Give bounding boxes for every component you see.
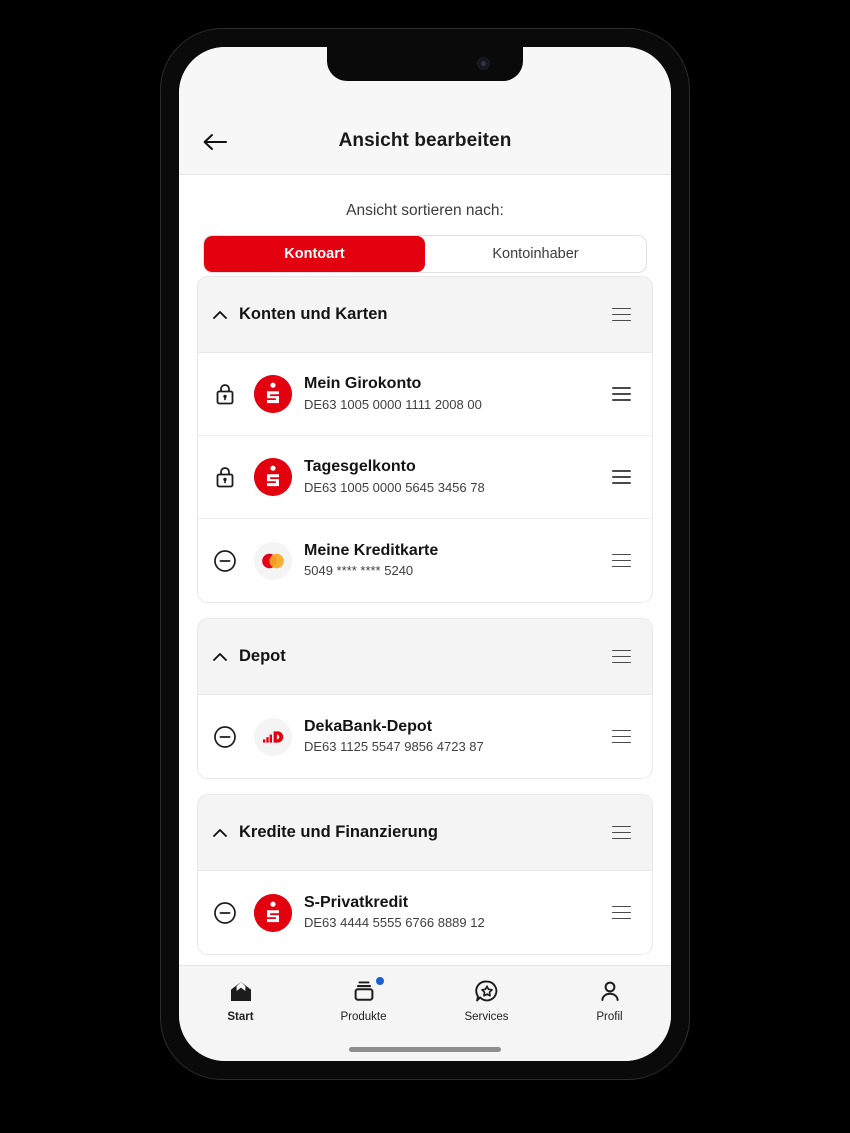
accounts-list[interactable]: Konten und Karten Mein Girokonto DE63 10…: [179, 276, 671, 965]
account-name: Mein Girokonto: [304, 375, 422, 393]
minus-circle-icon[interactable]: [210, 901, 240, 925]
section-drag-handle[interactable]: [606, 307, 636, 322]
account-name: DekaBank-Depot: [304, 717, 433, 735]
sparkasse-logo-icon: [254, 375, 292, 413]
section-header[interactable]: Kredite und Finanzierung: [198, 795, 652, 871]
minus-circle-icon[interactable]: [210, 725, 240, 749]
section-kredite-und-finanzierung: Kredite und Finanzierung S-Privatkredit …: [197, 794, 653, 955]
chevron-up-icon[interactable]: [210, 647, 230, 667]
sparkasse-logo-icon: [254, 893, 292, 932]
row-drag-handle[interactable]: [606, 553, 636, 568]
arrow-left-icon: [203, 134, 227, 150]
tab-label: Services: [464, 1011, 509, 1023]
section-depot: Depot DekaBank-Depot DE63 1125 5547 9856…: [197, 618, 653, 779]
tab-services[interactable]: Services: [425, 978, 548, 1023]
sort-segmented-control[interactable]: Kontoart Kontoinhaber: [203, 235, 647, 273]
account-iban: DE63 1005 0000 5645 3456 78: [304, 479, 485, 495]
products-cards-icon: [351, 977, 384, 1004]
row-drag-handle[interactable]: [606, 729, 636, 744]
account-name: Tagesgelkonto: [304, 458, 416, 476]
home-indicator: [349, 1047, 501, 1052]
section-header[interactable]: Konten und Karten: [198, 277, 652, 353]
sort-label: Ansicht sortieren nach:: [346, 202, 504, 219]
person-icon: [597, 978, 623, 1004]
tab-label: Start: [227, 1011, 254, 1023]
account-name: Meine Kreditkarte: [304, 541, 439, 559]
account-number: 5049 **** **** 5240: [304, 563, 414, 578]
account-row[interactable]: Meine Kreditkarte 5049 **** **** 5240: [198, 519, 652, 602]
account-text: Meine Kreditkarte 5049 **** **** 5240: [304, 541, 606, 581]
speech-bubble-star-icon: [474, 978, 500, 1004]
phone-screen: Ansicht bearbeiten Ansicht sortieren nac…: [179, 47, 671, 1061]
front-camera-icon: [478, 58, 489, 69]
section-title: Kredite und Finanzierung: [239, 823, 438, 841]
bottom-tab-bar: Start Produkte Services Profil: [179, 965, 671, 1061]
row-drag-handle[interactable]: [606, 470, 636, 484]
account-text: S-Privatkredit DE63 4444 5555 6766 8889 …: [304, 893, 606, 933]
section-title: Depot: [239, 647, 286, 665]
chevron-up-icon[interactable]: [210, 823, 230, 843]
lock-icon[interactable]: [210, 382, 240, 406]
account-row[interactable]: Tagesgelkonto DE63 1005 0000 5645 3456 7…: [198, 436, 652, 519]
notch: [327, 47, 523, 81]
sort-option-kontoinhaber[interactable]: Kontoinhaber: [425, 236, 646, 272]
tab-label: Produkte: [340, 1011, 387, 1023]
account-text: Tagesgelkonto DE63 1005 0000 5645 3456 7…: [304, 457, 606, 497]
sparkasse-logo-icon: [254, 458, 292, 496]
dekabank-logo-icon: [254, 717, 292, 756]
home-icon: [228, 978, 254, 1004]
section-drag-handle[interactable]: [606, 649, 636, 664]
phone-frame: Ansicht bearbeiten Ansicht sortieren nac…: [160, 28, 690, 1080]
tab-label: Profil: [596, 1011, 623, 1023]
tab-produkte[interactable]: Produkte: [302, 977, 425, 1023]
section-header[interactable]: Depot: [198, 619, 652, 695]
account-text: DekaBank-Depot DE63 1125 5547 9856 4723 …: [304, 717, 606, 757]
section-title: Konten und Karten: [239, 305, 388, 323]
account-row[interactable]: DekaBank-Depot DE63 1125 5547 9856 4723 …: [198, 695, 652, 778]
account-row[interactable]: Mein Girokonto DE63 1005 0000 1111 2008 …: [198, 353, 652, 436]
section-konten-und-karten: Konten und Karten Mein Girokonto DE63 10…: [197, 276, 653, 603]
mastercard-logo-icon: [254, 541, 292, 580]
account-iban: DE63 1005 0000 1111 2008 00: [304, 396, 482, 412]
account-row[interactable]: S-Privatkredit DE63 4444 5555 6766 8889 …: [198, 871, 652, 954]
account-text: Mein Girokonto DE63 1005 0000 1111 2008 …: [304, 374, 606, 414]
back-button[interactable]: [193, 120, 237, 164]
lock-icon[interactable]: [210, 465, 240, 489]
section-drag-handle[interactable]: [606, 825, 636, 840]
notification-badge: [375, 977, 384, 985]
tab-start[interactable]: Start: [179, 978, 302, 1023]
minus-circle-icon[interactable]: [210, 549, 240, 573]
sort-option-kontoart[interactable]: Kontoart: [204, 236, 425, 272]
chevron-up-icon[interactable]: [210, 305, 230, 325]
account-iban: DE63 1125 5547 9856 4723 87: [304, 739, 484, 754]
row-drag-handle[interactable]: [606, 905, 636, 920]
page-title: Ansicht bearbeiten: [338, 130, 512, 151]
tab-profil[interactable]: Profil: [548, 978, 671, 1023]
account-iban: DE63 4444 5555 6766 8889 12: [304, 915, 485, 930]
row-drag-handle[interactable]: [606, 387, 636, 401]
account-name: S-Privatkredit: [304, 893, 409, 911]
